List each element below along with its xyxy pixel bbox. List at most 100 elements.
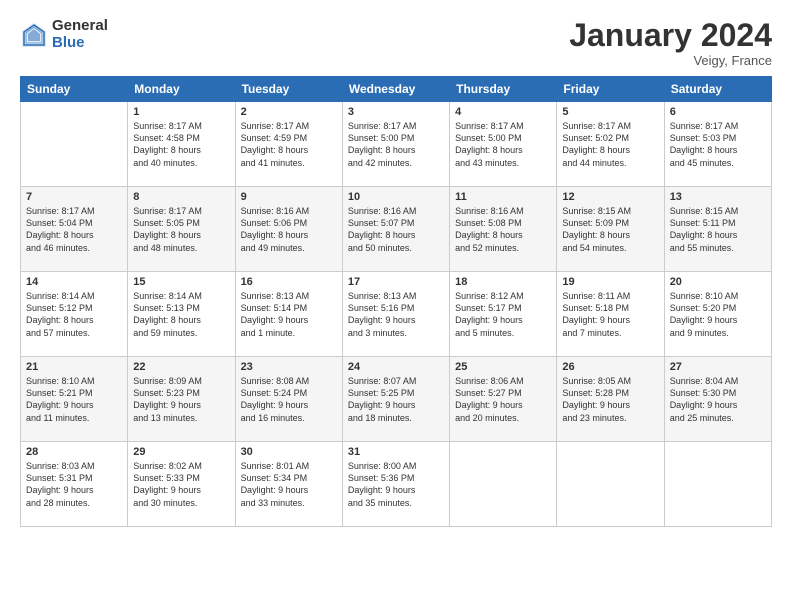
calendar-header: Sunday Monday Tuesday Wednesday Thursday… — [21, 77, 772, 102]
cell-info: Sunrise: 8:16 AMSunset: 5:06 PMDaylight:… — [241, 205, 337, 254]
calendar-cell: 11 Sunrise: 8:16 AMSunset: 5:08 PMDayligh… — [450, 187, 557, 272]
cell-info: Sunrise: 8:15 AMSunset: 5:11 PMDaylight:… — [670, 205, 766, 254]
cell-info: Sunrise: 8:17 AMSunset: 5:05 PMDaylight:… — [133, 205, 229, 254]
day-number: 25 — [455, 361, 551, 373]
calendar-table: Sunday Monday Tuesday Wednesday Thursday… — [20, 76, 772, 527]
day-number: 7 — [26, 191, 122, 203]
calendar-cell: 7Sunrise: 8:17 AMSunset: 5:04 PMDaylight… — [21, 187, 128, 272]
day-number: 30 — [241, 446, 337, 458]
calendar-week-1: 1Sunrise: 8:17 AMSunset: 4:58 PMDaylight… — [21, 102, 772, 187]
calendar-cell: 22Sunrise: 8:09 AMSunset: 5:23 PMDayligh… — [128, 357, 235, 442]
logo: General Blue — [20, 18, 108, 51]
calendar-cell: 15 Sunrise: 8:14 AMSunset: 5:13 PMDayligh… — [128, 272, 235, 357]
day-number: 16 — [241, 276, 337, 288]
title-area: January 2024 Veigy, France — [569, 18, 772, 68]
cell-info: Sunrise: 8:13 AMSunset: 5:14 PMDaylight:… — [241, 290, 337, 339]
col-wednesday: Wednesday — [342, 77, 449, 102]
cell-info: Sunrise: 8:07 AMSunset: 5:25 PMDaylight:… — [348, 375, 444, 424]
calendar-cell: 24Sunrise: 8:07 AMSunset: 5:25 PMDayligh… — [342, 357, 449, 442]
cell-info: Sunrise: 8:05 AMSunset: 5:28 PMDaylight:… — [562, 375, 658, 424]
day-number: 6 — [670, 106, 766, 118]
calendar-cell: 23 Sunrise: 8:08 AMSunset: 5:24 PMDayligh… — [235, 357, 342, 442]
calendar-cell: 28 Sunrise: 8:03 AMSunset: 5:31 PMDayligh… — [21, 442, 128, 527]
calendar-cell: 10 Sunrise: 8:16 AMSunset: 5:07 PMDayligh… — [342, 187, 449, 272]
cell-info: Sunrise: 8:17 AMSunset: 5:00 PMDaylight:… — [455, 120, 551, 169]
day-number: 18 — [455, 276, 551, 288]
cell-info: Sunrise: 8:14 AMSunset: 5:13 PMDaylight:… — [133, 290, 229, 339]
calendar-cell: 20 Sunrise: 8:10 AMSunset: 5:20 PMDayligh… — [664, 272, 771, 357]
calendar-cell — [21, 102, 128, 187]
cell-info: Sunrise: 8:17 AMSunset: 5:02 PMDaylight:… — [562, 120, 658, 169]
cell-info: Sunrise: 8:16 AMSunset: 5:08 PMDaylight:… — [455, 205, 551, 254]
day-number: 31 — [348, 446, 444, 458]
cell-info: Sunrise: 8:13 AMSunset: 5:16 PMDaylight:… — [348, 290, 444, 339]
day-number: 14 — [26, 276, 122, 288]
calendar-body: 1Sunrise: 8:17 AMSunset: 4:58 PMDaylight… — [21, 102, 772, 527]
col-saturday: Saturday — [664, 77, 771, 102]
cell-info: Sunrise: 8:03 AMSunset: 5:31 PMDaylight:… — [26, 460, 122, 509]
calendar-cell: 19 Sunrise: 8:11 AMSunset: 5:18 PMDayligh… — [557, 272, 664, 357]
day-number: 10 — [348, 191, 444, 203]
calendar-week-2: 7Sunrise: 8:17 AMSunset: 5:04 PMDaylight… — [21, 187, 772, 272]
cell-info: Sunrise: 8:17 AMSunset: 5:03 PMDaylight:… — [670, 120, 766, 169]
day-number: 27 — [670, 361, 766, 373]
cell-info: Sunrise: 8:02 AMSunset: 5:33 PMDaylight:… — [133, 460, 229, 509]
calendar-cell: 17Sunrise: 8:13 AMSunset: 5:16 PMDayligh… — [342, 272, 449, 357]
calendar-cell: 21 Sunrise: 8:10 AMSunset: 5:21 PMDayligh… — [21, 357, 128, 442]
day-number: 23 — [241, 361, 337, 373]
cell-info: Sunrise: 8:17 AMSunset: 4:59 PMDaylight:… — [241, 120, 337, 169]
col-friday: Friday — [557, 77, 664, 102]
day-number: 21 — [26, 361, 122, 373]
calendar-cell: 18 Sunrise: 8:12 AMSunset: 5:17 PMDayligh… — [450, 272, 557, 357]
day-number: 12 — [562, 191, 658, 203]
cell-info: Sunrise: 8:08 AMSunset: 5:24 PMDaylight:… — [241, 375, 337, 424]
cell-info: Sunrise: 8:09 AMSunset: 5:23 PMDaylight:… — [133, 375, 229, 424]
day-number: 4 — [455, 106, 551, 118]
logo-general-text: General — [52, 18, 108, 35]
calendar-cell: 12 Sunrise: 8:15 AMSunset: 5:09 PMDayligh… — [557, 187, 664, 272]
header-row: Sunday Monday Tuesday Wednesday Thursday… — [21, 77, 772, 102]
calendar-cell: 30Sunrise: 8:01 AMSunset: 5:34 PMDayligh… — [235, 442, 342, 527]
calendar-cell: 27Sunrise: 8:04 AMSunset: 5:30 PMDayligh… — [664, 357, 771, 442]
calendar-cell: 16 Sunrise: 8:13 AMSunset: 5:14 PMDayligh… — [235, 272, 342, 357]
page: General Blue January 2024 Veigy, France … — [0, 0, 792, 612]
day-number: 8 — [133, 191, 229, 203]
calendar-cell — [664, 442, 771, 527]
day-number: 29 — [133, 446, 229, 458]
calendar-cell: 25Sunrise: 8:06 AMSunset: 5:27 PMDayligh… — [450, 357, 557, 442]
logo-icon — [20, 21, 48, 49]
calendar-cell: 31Sunrise: 8:00 AMSunset: 5:36 PMDayligh… — [342, 442, 449, 527]
col-tuesday: Tuesday — [235, 77, 342, 102]
day-number: 3 — [348, 106, 444, 118]
day-number: 20 — [670, 276, 766, 288]
header: General Blue January 2024 Veigy, France — [20, 18, 772, 68]
calendar-cell: 13Sunrise: 8:15 AMSunset: 5:11 PMDayligh… — [664, 187, 771, 272]
calendar-cell: 14Sunrise: 8:14 AMSunset: 5:12 PMDayligh… — [21, 272, 128, 357]
logo-text: General Blue — [52, 18, 108, 51]
calendar-cell: 26 Sunrise: 8:05 AMSunset: 5:28 PMDayligh… — [557, 357, 664, 442]
calendar-cell: 1Sunrise: 8:17 AMSunset: 4:58 PMDaylight… — [128, 102, 235, 187]
day-number: 19 — [562, 276, 658, 288]
cell-info: Sunrise: 8:10 AMSunset: 5:20 PMDaylight:… — [670, 290, 766, 339]
cell-info: Sunrise: 8:11 AMSunset: 5:18 PMDaylight:… — [562, 290, 658, 339]
day-number: 2 — [241, 106, 337, 118]
day-number: 26 — [562, 361, 658, 373]
cell-info: Sunrise: 8:15 AMSunset: 5:09 PMDaylight:… — [562, 205, 658, 254]
cell-info: Sunrise: 8:12 AMSunset: 5:17 PMDaylight:… — [455, 290, 551, 339]
day-number: 28 — [26, 446, 122, 458]
calendar-week-3: 14Sunrise: 8:14 AMSunset: 5:12 PMDayligh… — [21, 272, 772, 357]
calendar-week-4: 21 Sunrise: 8:10 AMSunset: 5:21 PMDayligh… — [21, 357, 772, 442]
cell-info: Sunrise: 8:16 AMSunset: 5:07 PMDaylight:… — [348, 205, 444, 254]
calendar-cell — [450, 442, 557, 527]
calendar-cell: 6 Sunrise: 8:17 AMSunset: 5:03 PMDaylight… — [664, 102, 771, 187]
logo-blue-text: Blue — [52, 35, 108, 52]
day-number: 11 — [455, 191, 551, 203]
calendar-cell: 4 Sunrise: 8:17 AMSunset: 5:00 PMDaylight… — [450, 102, 557, 187]
calendar-cell: 9Sunrise: 8:16 AMSunset: 5:06 PMDaylight… — [235, 187, 342, 272]
calendar-week-5: 28 Sunrise: 8:03 AMSunset: 5:31 PMDayligh… — [21, 442, 772, 527]
calendar-cell: 29 Sunrise: 8:02 AMSunset: 5:33 PMDayligh… — [128, 442, 235, 527]
month-title: January 2024 — [569, 18, 772, 53]
day-number: 5 — [562, 106, 658, 118]
cell-info: Sunrise: 8:10 AMSunset: 5:21 PMDaylight:… — [26, 375, 122, 424]
day-number: 15 — [133, 276, 229, 288]
